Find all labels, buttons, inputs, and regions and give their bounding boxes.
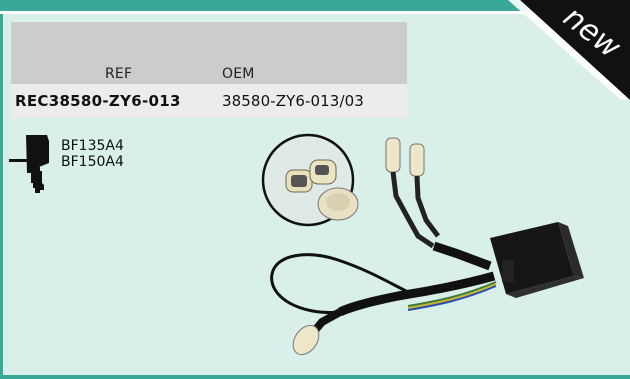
new-badge: new [508,0,630,100]
engine-model: BF135A4 [61,138,124,154]
reference-table-row: REC38580-ZY6-013 38580-ZY6-013/03 [11,84,407,118]
catalog-page: REF OEM REC38580-ZY6-013 38580-ZY6-013/0… [0,0,630,379]
engine-model: BF150A4 [61,154,124,170]
reference-table: REF OEM REC38580-ZY6-013 38580-ZY6-013/0… [11,22,407,118]
engine-model-list: BF135A4 BF150A4 [61,138,124,170]
ref-column-header: REF [105,66,133,82]
bottom-accent-border [0,375,630,379]
left-accent-border [0,14,3,379]
ref-part-number: REC38580-ZY6-013 [15,92,181,110]
wiring-harness-photo [261,133,584,356]
outboard-engine-icon [9,135,49,193]
reference-table-header: REF OEM [11,22,407,84]
oem-part-number: 38580-ZY6-013/03 [222,92,364,110]
oem-column-header: OEM [222,66,255,82]
